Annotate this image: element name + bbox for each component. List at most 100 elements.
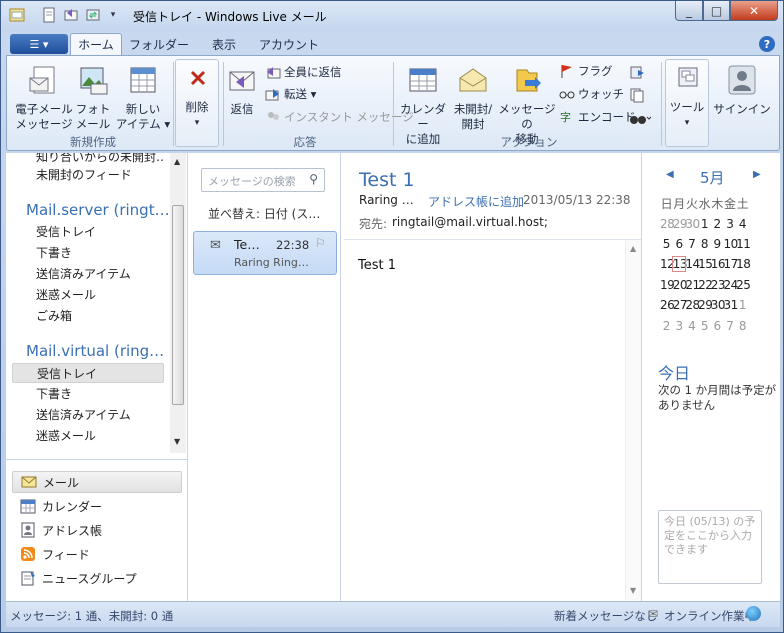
reply-all-button[interactable]: 全員に返信 bbox=[265, 64, 342, 80]
folder-item[interactable]: 下書き bbox=[12, 384, 164, 404]
calendar-day[interactable]: 4 bbox=[685, 319, 698, 333]
tab-account[interactable]: アカウント bbox=[256, 33, 322, 55]
add-to-contacts-link[interactable]: アドレス帳に追加 bbox=[428, 193, 524, 210]
folder-item-inbox-selected[interactable]: 受信トレイ bbox=[12, 363, 164, 383]
calendar-day[interactable]: 8 bbox=[736, 319, 749, 333]
prev-month-icon[interactable]: ◀ bbox=[666, 169, 674, 180]
next-month-icon[interactable]: ▶ bbox=[753, 169, 761, 180]
calendar-day[interactable]: 28 bbox=[660, 217, 675, 231]
calendar-day[interactable]: 22 bbox=[698, 278, 713, 292]
tab-folder[interactable]: フォルダー bbox=[128, 33, 190, 55]
folder-item[interactable]: 迷惑メール bbox=[12, 426, 164, 446]
calendar-day[interactable]: 13 bbox=[671, 256, 687, 273]
flag-button[interactable]: フラグ bbox=[559, 63, 613, 79]
calendar-day[interactable]: 20 bbox=[673, 278, 688, 292]
close-button[interactable]: ✕ bbox=[730, 1, 778, 21]
calendar-day[interactable]: 24 bbox=[723, 278, 738, 292]
new-email-button[interactable]: 電子メール メッセージ bbox=[13, 64, 75, 132]
calendar-day[interactable]: 25 bbox=[736, 278, 751, 292]
forward-button[interactable]: 転送 ▾ bbox=[265, 86, 316, 102]
scrollbar-thumb[interactable] bbox=[172, 205, 184, 405]
nav-mail[interactable]: メール bbox=[12, 471, 182, 493]
calendar-day[interactable]: 1 bbox=[698, 217, 711, 231]
calendar-day[interactable]: 18 bbox=[736, 257, 751, 271]
nav-calendar[interactable]: カレンダー bbox=[12, 495, 182, 517]
instant-message-button[interactable]: インスタント メッセージ bbox=[265, 109, 414, 125]
nav-feeds[interactable]: フィード bbox=[12, 543, 182, 565]
calendar-day[interactable]: 1 bbox=[736, 298, 749, 312]
body-scrollbar[interactable]: ▲ ▼ bbox=[625, 240, 641, 600]
calendar-day[interactable]: 19 bbox=[660, 278, 675, 292]
account-header[interactable]: Mail.virtual (ring… bbox=[26, 342, 164, 360]
calendar-day[interactable]: 2 bbox=[711, 217, 724, 231]
calendar-day[interactable]: 29 bbox=[673, 217, 688, 231]
flag-icon[interactable]: ⚐ bbox=[315, 236, 326, 250]
globe-icon[interactable] bbox=[746, 606, 761, 621]
maximize-button[interactable]: □ bbox=[703, 1, 730, 21]
calendar-day[interactable]: 3 bbox=[673, 319, 686, 333]
copy-icon[interactable] bbox=[629, 87, 645, 103]
calendar-day[interactable]: 2 bbox=[660, 319, 673, 333]
scroll-up-icon[interactable]: ▲ bbox=[630, 244, 636, 253]
calendar-day[interactable]: 30 bbox=[711, 298, 726, 312]
send-receive-icon[interactable] bbox=[85, 7, 101, 23]
calendar-day[interactable]: 11 bbox=[736, 237, 751, 251]
calendar-day[interactable]: 16 bbox=[711, 257, 726, 271]
new-message-icon[interactable] bbox=[41, 7, 57, 23]
find-binoculars-icon[interactable] bbox=[629, 110, 651, 126]
account-header[interactable]: Mail.server (ringt… bbox=[26, 201, 170, 219]
calendar-day[interactable]: 9 bbox=[711, 237, 724, 251]
calendar-day[interactable]: 14 bbox=[685, 257, 700, 271]
quick-add-event-input[interactable]: 今日 (05/13) の予定をここから入力できます bbox=[658, 510, 762, 584]
folder-item[interactable]: 受信トレイ bbox=[12, 222, 164, 242]
copy-to-folder-icon[interactable] bbox=[629, 64, 645, 80]
calendar-day[interactable]: 5 bbox=[698, 319, 711, 333]
app-menu-button[interactable]: ☰ ▾ bbox=[10, 34, 68, 54]
scroll-down-icon[interactable]: ▼ bbox=[630, 586, 636, 595]
folder-item[interactable]: 下書き bbox=[12, 243, 164, 263]
calendar-day[interactable]: 17 bbox=[723, 257, 738, 271]
calendar-day[interactable]: 7 bbox=[685, 237, 698, 251]
reading-sender[interactable]: Raring … bbox=[359, 193, 414, 207]
calendar-day[interactable]: 4 bbox=[736, 217, 749, 231]
nav-contacts[interactable]: アドレス帳 bbox=[12, 519, 182, 541]
calendar-day[interactable]: 21 bbox=[685, 278, 700, 292]
app-icon[interactable] bbox=[9, 7, 25, 23]
calendar-day[interactable]: 10 bbox=[723, 237, 738, 251]
calendar-day[interactable]: 28 bbox=[685, 298, 700, 312]
online-status[interactable]: オンライン作業中 bbox=[664, 608, 756, 624]
folder-item[interactable]: 送信済みアイテム bbox=[12, 405, 164, 425]
calendar-day[interactable]: 12 bbox=[660, 257, 675, 271]
watch-button[interactable]: ウォッチ bbox=[559, 86, 624, 102]
calendar-day[interactable]: 5 bbox=[660, 237, 673, 251]
minimize-button[interactable]: _ bbox=[675, 1, 703, 21]
calendar-day[interactable]: 7 bbox=[723, 319, 736, 333]
calendar-day[interactable]: 8 bbox=[698, 237, 711, 251]
photo-email-button[interactable]: フォト メール bbox=[73, 64, 113, 132]
calendar-day[interactable]: 30 bbox=[685, 217, 700, 231]
calendar-day[interactable]: 6 bbox=[673, 237, 686, 251]
calendar-day[interactable]: 3 bbox=[723, 217, 736, 231]
tab-home[interactable]: ホーム bbox=[70, 33, 122, 55]
folder-item[interactable]: 未開封のフィード bbox=[12, 165, 164, 185]
calendar-day[interactable]: 31 bbox=[723, 298, 738, 312]
delete-button[interactable]: 削除 ▾ bbox=[175, 59, 219, 147]
calendar-day[interactable]: 23 bbox=[711, 278, 726, 292]
scroll-down-icon[interactable]: ▼ bbox=[174, 437, 180, 446]
encode-button[interactable]: 字 エンコード bbox=[559, 109, 636, 125]
sign-in-button[interactable]: サインイン bbox=[711, 64, 773, 117]
customize-quick-access-icon[interactable]: ▾ bbox=[105, 7, 121, 23]
folder-scrollbar[interactable]: ▲ ▼ bbox=[170, 153, 186, 453]
calendar-day[interactable]: 26 bbox=[660, 298, 675, 312]
calendar-day[interactable]: 29 bbox=[698, 298, 713, 312]
reply-button[interactable]: 返信 bbox=[223, 64, 261, 117]
help-icon[interactable]: ? bbox=[759, 36, 775, 52]
reply-icon[interactable] bbox=[63, 7, 79, 23]
unread-read-button[interactable]: 未開封/ 開封 bbox=[451, 64, 495, 132]
message-row-selected[interactable]: ✉ Te… 22:38 ⚐ Raring Ring… bbox=[193, 231, 337, 275]
tab-view[interactable]: 表示 bbox=[202, 33, 246, 55]
search-icon[interactable]: ⚲ bbox=[309, 172, 318, 186]
calendar-day[interactable]: 15 bbox=[698, 257, 713, 271]
folder-item[interactable]: 送信済みアイテム bbox=[12, 264, 164, 284]
new-item-button[interactable]: 新しい アイテム ▾ bbox=[115, 64, 171, 132]
